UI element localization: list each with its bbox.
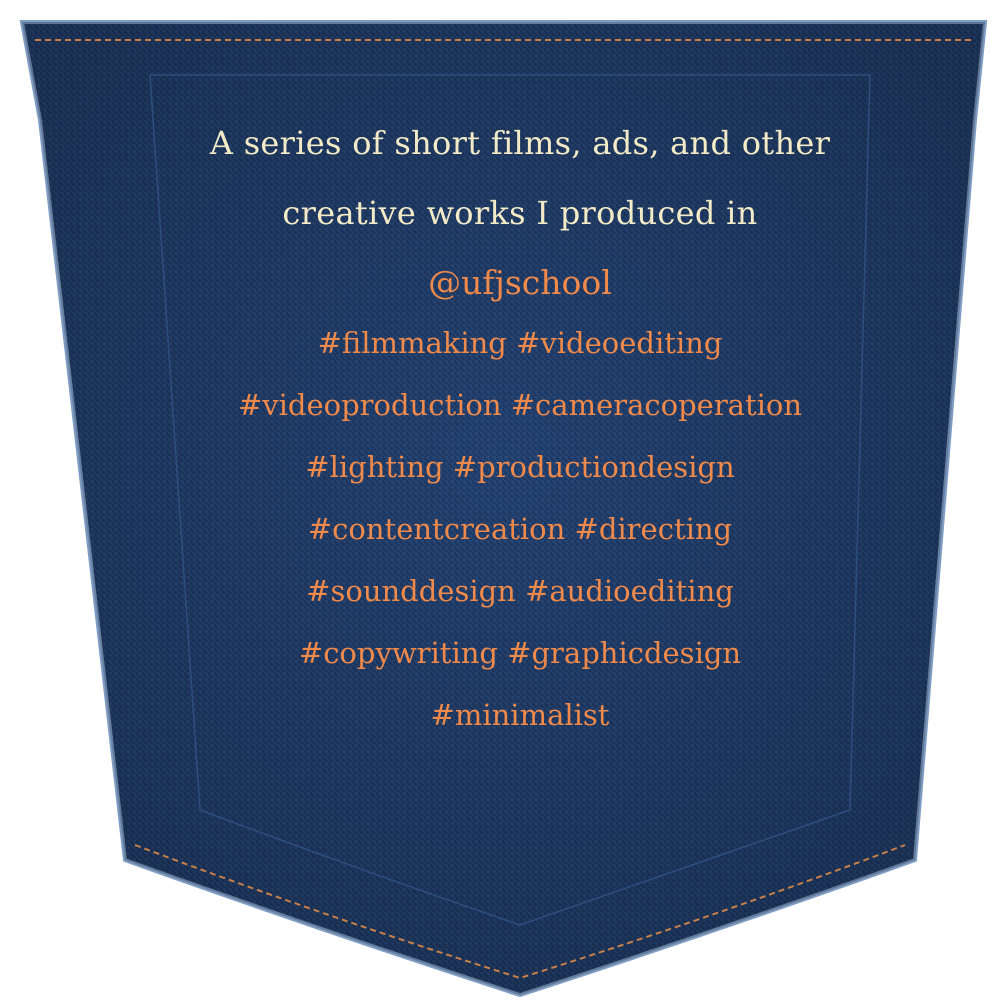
intro-line-1: A series of short films, ads, and other <box>209 124 831 162</box>
hashtag-line: #videoproduction #cameracoperation <box>237 388 803 422</box>
intro-line-2: creative works I produced in <box>282 194 758 232</box>
hashtag-line: #copywriting #graphicdesign <box>298 636 742 670</box>
pocket-text: A series of short films, ads, and other … <box>170 108 870 746</box>
hashtag-line: #filmmaking #videoediting <box>317 326 723 360</box>
hashtag-line: #contentcreation #directing <box>307 512 733 546</box>
hashtag-line: #sounddesign #audioediting <box>306 574 734 608</box>
hashtag-line: #lighting #productiondesign <box>305 450 735 484</box>
hashtag-line: #minimalist <box>430 698 610 732</box>
handle-text: @ufjschool <box>428 263 612 302</box>
